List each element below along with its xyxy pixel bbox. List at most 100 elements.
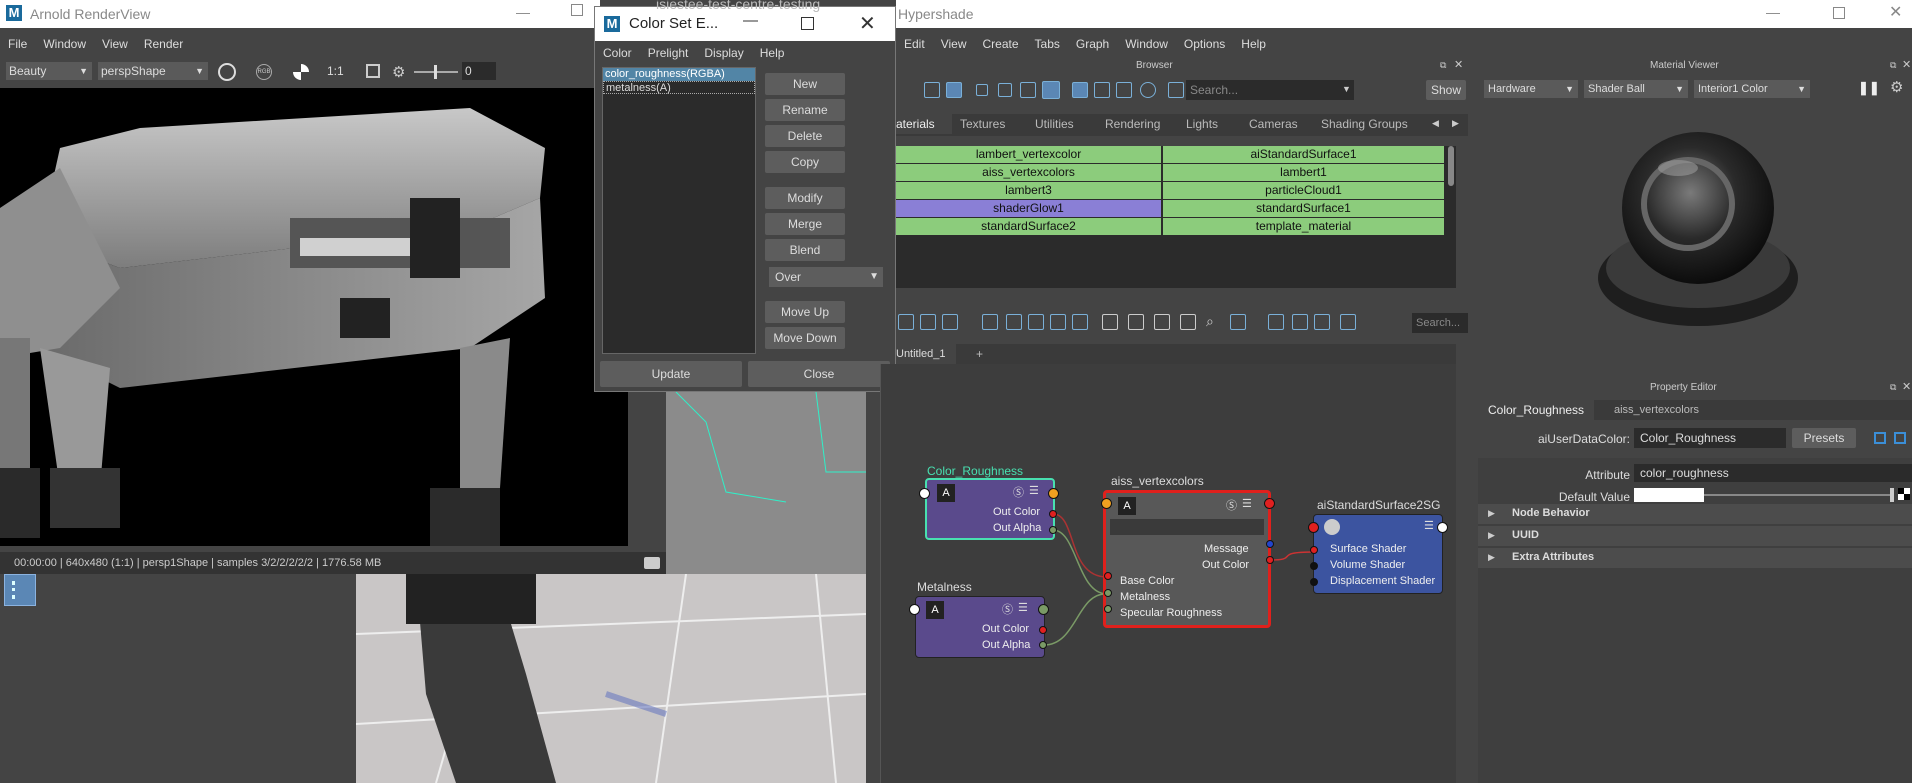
close-icon[interactable]: ✕	[859, 11, 876, 36]
input-port[interactable]	[1104, 605, 1112, 613]
default-color-swatch[interactable]	[1634, 488, 1704, 502]
output-port[interactable]	[1039, 626, 1047, 634]
close-icon[interactable]: ✕	[1902, 380, 1911, 393]
close-icon[interactable]: ✕	[1889, 2, 1902, 22]
float-icon[interactable]: ⧉	[1440, 60, 1446, 71]
input-port[interactable]	[1101, 498, 1112, 509]
graph-tool-icon[interactable]	[898, 314, 914, 330]
sort-type-icon[interactable]	[1094, 82, 1110, 98]
aov-dropdown[interactable]: Beauty ▼	[6, 62, 92, 80]
menu-create[interactable]: Create	[974, 34, 1026, 54]
minimize-icon[interactable]: —	[743, 12, 758, 29]
menu-file[interactable]: File	[0, 34, 35, 54]
outliner-button[interactable]	[4, 574, 36, 606]
menu-help[interactable]: Help	[1233, 34, 1274, 54]
move-down-button[interactable]: Move Down	[765, 327, 845, 349]
search-icon[interactable]: ⌕	[1206, 313, 1214, 330]
graph-tool-icon[interactable]	[1340, 314, 1356, 330]
menu-tabs[interactable]: Tabs	[1027, 34, 1068, 54]
input-port[interactable]	[909, 604, 920, 615]
environment-dropdown[interactable]: Interior1 Color ▼	[1694, 80, 1810, 98]
input-port[interactable]	[1104, 589, 1112, 597]
menu-render[interactable]: Render	[136, 34, 191, 54]
pause-icon[interactable]: ❚❚	[1858, 80, 1880, 96]
default-color-slider[interactable]	[1704, 488, 1894, 502]
color-roughness-node[interactable]: A Ⓢ ☰ Out Color Out Alpha	[925, 478, 1055, 540]
section-node-behavior[interactable]: ▶ Node Behavior	[1478, 504, 1912, 524]
delete-button[interactable]: Delete	[765, 125, 845, 147]
menu-options[interactable]: Options	[1176, 34, 1233, 54]
graph-search-input[interactable]: Search...	[1412, 313, 1468, 333]
menu-edit[interactable]: Edit	[896, 34, 933, 54]
section-uuid[interactable]: ▶ UUID	[1478, 526, 1912, 546]
tab-materials[interactable]: aterials	[896, 114, 952, 134]
list-item[interactable]: particleCloud1	[1163, 182, 1444, 199]
input-port[interactable]	[919, 488, 930, 499]
list-item[interactable]: lambert_vertexcolor	[896, 146, 1161, 163]
merge-button[interactable]: Merge	[765, 213, 845, 235]
browser-search-input[interactable]: Search...	[1186, 80, 1354, 100]
refresh-icon[interactable]	[1140, 82, 1156, 98]
list-view-icon[interactable]	[946, 82, 962, 98]
toggle-tab-icon[interactable]	[1894, 432, 1906, 444]
xlarge-icon[interactable]	[1042, 81, 1060, 99]
list-item[interactable]: shaderGlow1	[896, 200, 1161, 217]
output-port[interactable]	[1266, 540, 1274, 548]
graph-tool-icon[interactable]	[1050, 314, 1066, 330]
input-port[interactable]	[1308, 522, 1319, 533]
solo-icon[interactable]: Ⓢ	[1002, 601, 1013, 617]
layout-icon[interactable]	[1180, 314, 1196, 330]
input-port[interactable]	[1104, 572, 1112, 580]
close-button[interactable]: Close	[748, 361, 890, 387]
presets-button[interactable]: Presets	[1792, 428, 1856, 448]
attribute-input[interactable]: color_roughness	[1634, 464, 1912, 482]
graph-tool-icon[interactable]	[942, 314, 958, 330]
menu-view[interactable]: View	[933, 34, 975, 54]
menu-help[interactable]: Help	[752, 43, 793, 63]
list-item[interactable]: color_roughness(RGBA)	[603, 68, 755, 81]
frame-all-icon[interactable]	[982, 314, 998, 330]
output-port[interactable]	[1049, 526, 1057, 534]
layout-icon[interactable]	[1154, 314, 1170, 330]
output-port[interactable]	[1038, 604, 1049, 615]
exposure-field[interactable]: 0	[462, 62, 496, 80]
solo-icon[interactable]: Ⓢ	[1226, 497, 1237, 513]
tab-scroll-left-icon[interactable]: ◀	[1432, 118, 1439, 129]
tab-aiss-vertexcolors[interactable]: aiss_vertexcolors	[1614, 400, 1699, 420]
shape-dropdown[interactable]: Shader Ball ▼	[1584, 80, 1688, 98]
large-icon[interactable]	[1020, 82, 1036, 98]
frame-icon[interactable]	[366, 64, 380, 78]
float-icon[interactable]: ⧉	[1890, 382, 1896, 393]
color-picker-icon[interactable]	[1898, 488, 1910, 500]
rgb-icon[interactable]: RGB	[256, 64, 272, 80]
menu-icon[interactable]: ☰	[1018, 601, 1028, 614]
maximize-icon[interactable]	[571, 4, 583, 16]
minimize-icon[interactable]: —	[1766, 4, 1780, 20]
input-port[interactable]	[1310, 546, 1318, 554]
move-up-button[interactable]: Move Up	[765, 301, 845, 323]
filter-icon[interactable]	[1168, 82, 1184, 98]
list-item[interactable]: lambert1	[1163, 164, 1444, 181]
settings-icon[interactable]: ⚙	[392, 63, 405, 81]
settings-icon[interactable]: ⚙	[1890, 78, 1903, 96]
tab-scroll-right-icon[interactable]: ▶	[1452, 118, 1459, 129]
close-icon[interactable]: ✕	[1454, 58, 1463, 71]
blend-mode-dropdown[interactable]: Over ▼	[769, 267, 883, 287]
list-item[interactable]: lambert3	[896, 182, 1161, 199]
ratio-label[interactable]: 1:1	[327, 64, 344, 78]
node-graph[interactable]: Color_Roughness A Ⓢ ☰ Out Color Out Alph…	[880, 364, 1456, 783]
output-port[interactable]	[1039, 641, 1047, 649]
close-icon[interactable]: ✕	[1902, 58, 1911, 71]
small-icon[interactable]	[976, 84, 988, 96]
grid-icon[interactable]	[1268, 314, 1284, 330]
menu-window[interactable]: Window	[35, 34, 94, 54]
snapshot-icon[interactable]	[644, 557, 660, 569]
new-button[interactable]: New	[765, 73, 845, 95]
modify-button[interactable]: Modify	[765, 187, 845, 209]
tab-add[interactable]: +	[976, 344, 983, 364]
list-item[interactable]: standardSurface2	[896, 218, 1161, 235]
output-port[interactable]	[1264, 498, 1275, 509]
tab-untitled[interactable]: Untitled_1	[896, 344, 956, 364]
chevron-down-icon[interactable]: ▼	[1342, 84, 1351, 94]
tab-cameras[interactable]: Cameras	[1249, 114, 1298, 134]
